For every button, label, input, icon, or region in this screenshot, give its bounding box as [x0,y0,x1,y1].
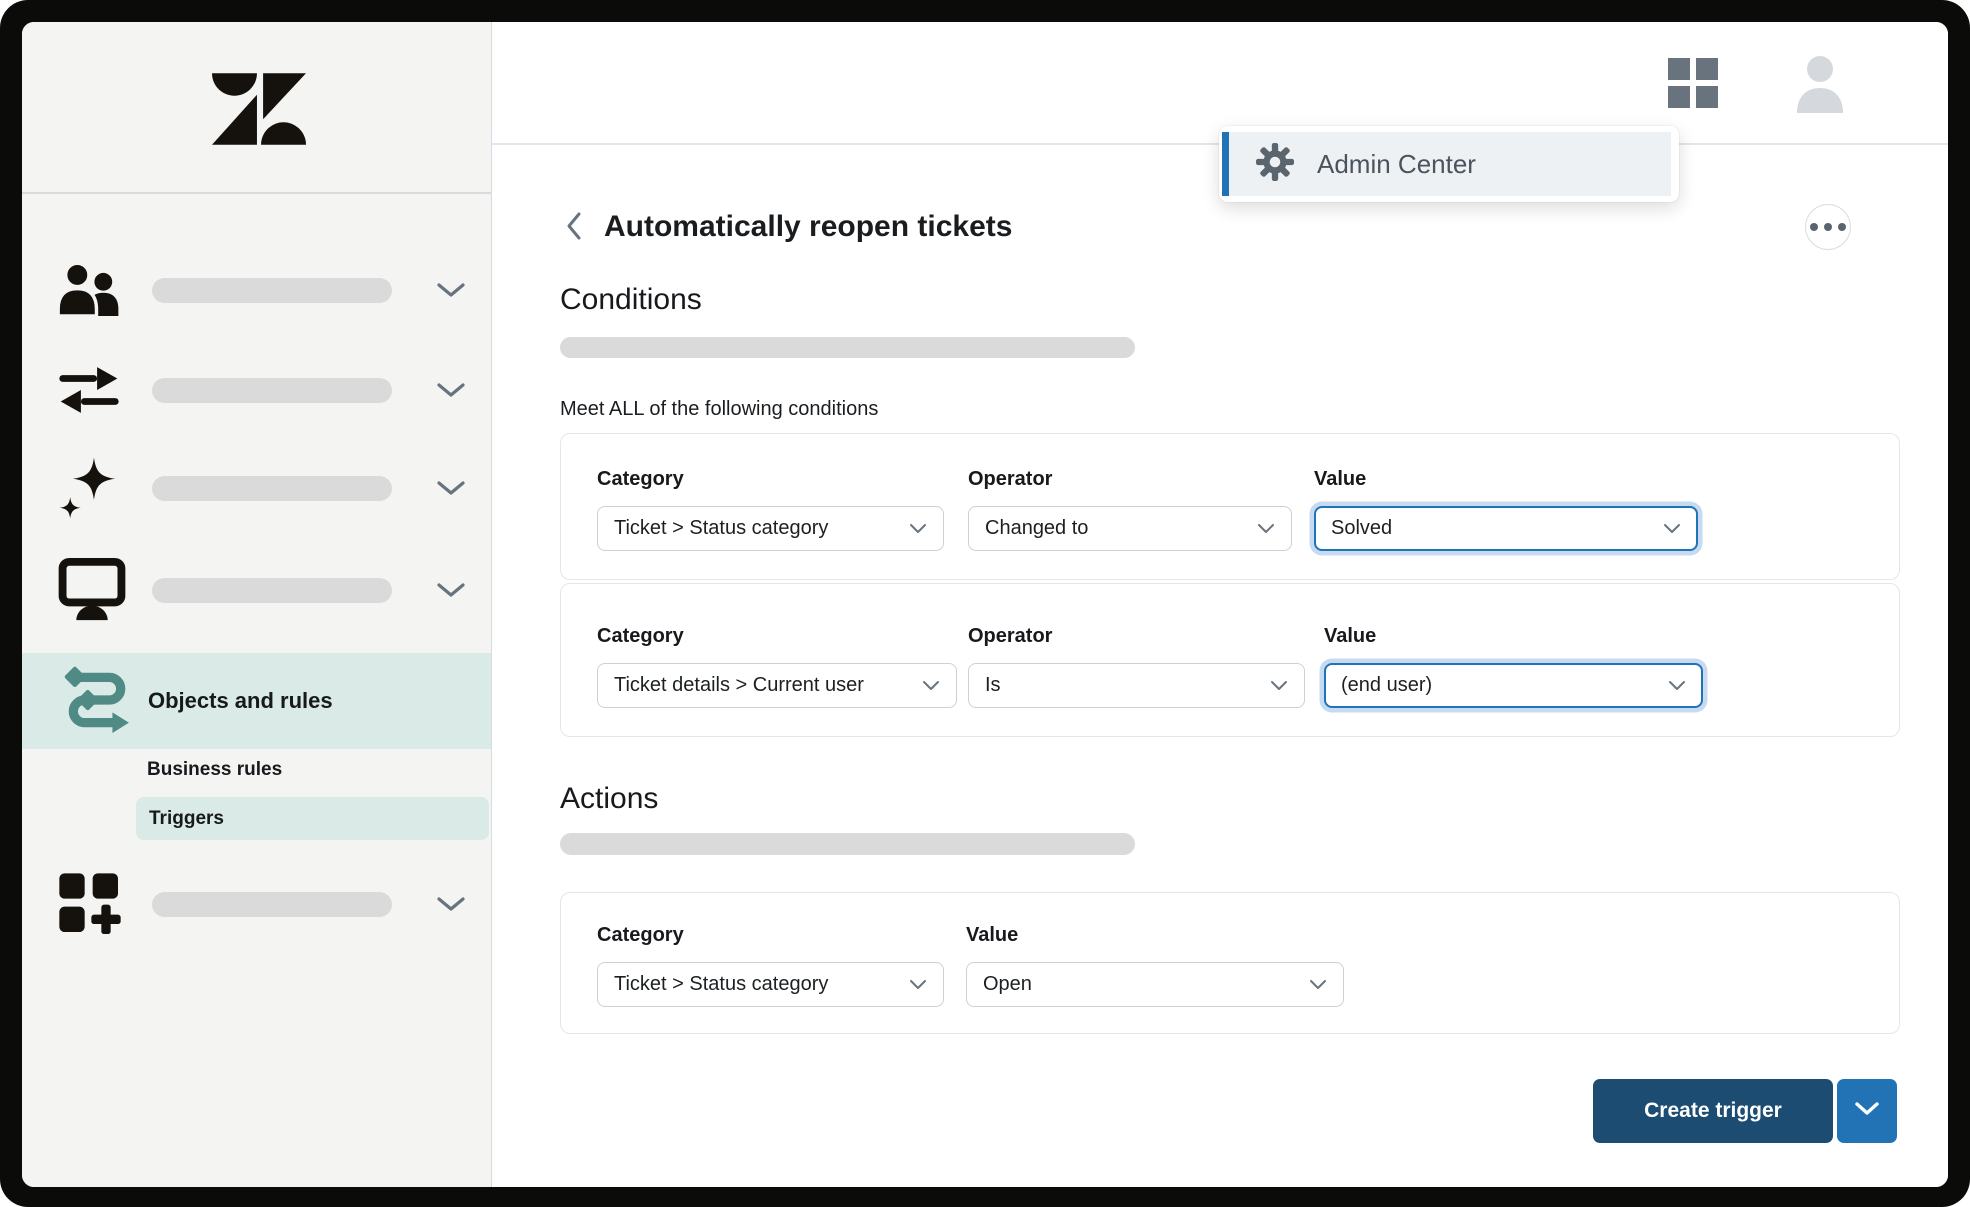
value-label: Value [1324,625,1703,648]
objects-rules-icon [62,663,132,740]
create-trigger-split-button: Create trigger [1593,1079,1897,1143]
value-select[interactable]: Solved [1314,506,1698,551]
chevron-down-icon [1663,517,1681,540]
admin-center-popup: Admin Center [1219,126,1679,202]
app-grid-button[interactable] [1668,58,1718,108]
category-label: Category [597,924,944,947]
condition-card-2: Category Ticket details > Current user O… [560,583,1900,737]
condition-card-1: Category Ticket > Status category Operat… [560,433,1900,580]
zendesk-logo-icon [212,72,306,146]
action-card-1: Category Ticket > Status category Value … [560,892,1900,1034]
chevron-down-icon [1270,674,1288,697]
actions-heading: Actions [560,782,658,816]
sidebar-item-arrows[interactable] [58,352,470,428]
category-label: Category [597,468,944,491]
chevron-down-icon [436,480,466,497]
create-trigger-dropdown-button[interactable] [1837,1079,1897,1143]
back-button[interactable] [564,212,590,244]
nav-placeholder-bar [152,476,392,501]
actions-placeholder-bar [560,833,1135,855]
ellipsis-icon [1810,223,1818,231]
chevron-down-icon [922,674,940,697]
sidebar-item-label: Objects and rules [148,688,333,714]
sidebar-divider [22,192,491,194]
nav-placeholder-bar [152,278,392,303]
back-chevron-icon [564,210,584,247]
category-select[interactable]: Ticket details > Current user [597,663,957,708]
sidebar-item-people[interactable] [58,252,470,328]
chevron-down-icon [1257,517,1275,540]
sidebar-item-sparkle[interactable] [58,450,470,526]
options-menu-button[interactable] [1805,204,1851,250]
people-icon [58,264,152,316]
category-label: Category [597,625,957,648]
create-trigger-button[interactable]: Create trigger [1593,1079,1833,1143]
chevron-down-icon [1668,674,1686,697]
value-select[interactable]: Open [966,962,1344,1007]
app-grid-icon [1668,95,1718,112]
monitor-icon [58,557,152,623]
chevron-down-icon [436,382,466,399]
chevron-down-icon [1853,1101,1881,1122]
app-window: Objects and rules Business rules Trigger… [22,22,1948,1187]
grid-plus-icon [58,872,152,936]
chevron-down-icon [909,517,927,540]
sidebar-item-label: Triggers [149,808,224,830]
conditions-placeholder-bar [560,337,1135,358]
sidebar-item-triggers[interactable]: Triggers [136,797,489,840]
operator-select[interactable]: Changed to [968,506,1292,551]
operator-label: Operator [968,625,1305,648]
sidebar-subsection-business-rules: Business rules [147,759,282,781]
sidebar-item-monitor[interactable] [58,552,470,628]
user-avatar[interactable] [1794,55,1846,113]
screenshot-frame: Objects and rules Business rules Trigger… [0,0,1970,1207]
operator-label: Operator [968,468,1292,491]
conditions-subheading: Meet ALL of the following conditions [560,398,878,421]
arrows-icon [58,362,152,418]
nav-placeholder-bar [152,578,392,603]
chevron-down-icon [436,582,466,599]
admin-center-label: Admin Center [1317,149,1476,180]
main-area: Admin Center Automatically reopen ticket… [492,22,1948,1187]
page-title: Automatically reopen tickets [604,210,1012,244]
admin-center-menu-item[interactable]: Admin Center [1222,132,1671,196]
nav-placeholder-bar [152,378,392,403]
sidebar-item-objects-and-rules[interactable]: Objects and rules [22,653,491,749]
gear-icon [1256,143,1294,186]
chevron-down-icon [1309,973,1327,996]
value-label: Value [966,924,1344,947]
chevron-down-icon [909,973,927,996]
value-label: Value [1314,468,1698,491]
nav-placeholder-bar [152,892,392,917]
chevron-down-icon [436,282,466,299]
category-select[interactable]: Ticket > Status category [597,962,944,1007]
sidebar-item-apps[interactable] [58,866,470,942]
value-select[interactable]: (end user) [1324,663,1703,708]
sparkle-icon [58,455,152,521]
conditions-heading: Conditions [560,283,702,317]
chevron-down-icon [436,896,466,913]
category-select[interactable]: Ticket > Status category [597,506,944,551]
sidebar: Objects and rules Business rules Trigger… [22,22,492,1187]
operator-select[interactable]: Is [968,663,1305,708]
